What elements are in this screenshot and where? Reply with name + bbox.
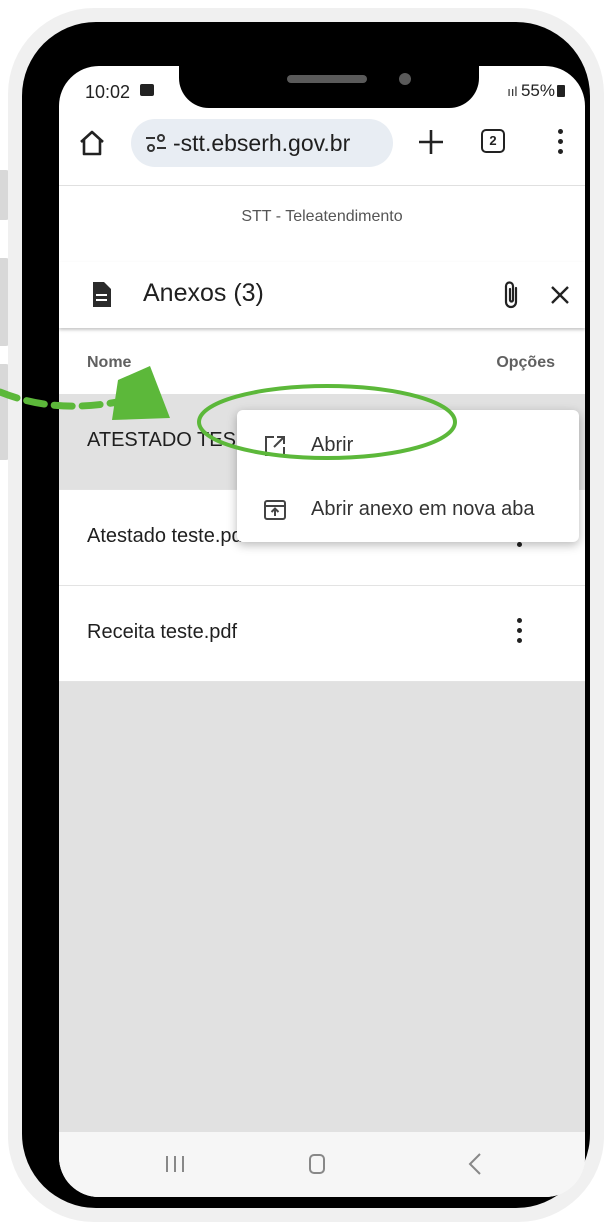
column-header-name: Nome [87,354,132,371]
speaker-grille [287,75,367,83]
new-tab-icon[interactable] [415,126,447,158]
status-indicators: ııl 55% [507,81,565,101]
recent-apps-icon[interactable] [163,1154,187,1174]
file-name: Atestado teste.pdf [87,525,249,547]
phone-frame: 10:02 ııl 55% -stt.ebserh.gov.br 2 STT -… [8,8,604,1222]
toolbar-divider [59,185,585,186]
url-text: -stt.ebserh.gov.br [173,130,351,156]
site-settings-icon[interactable] [145,134,167,152]
camera-notch [179,66,479,108]
gallery-notification-icon [140,84,154,96]
document-icon [93,282,111,307]
battery-icon [557,85,565,97]
open-in-new-tab-icon [264,500,286,520]
attach-icon[interactable] [501,280,521,310]
dialog-title: Anexos (3) [143,279,264,307]
tab-switcher-button[interactable]: 2 [481,129,505,153]
file-name: Receita teste.pdf [87,621,238,643]
phone-bezel: 10:02 ııl 55% -stt.ebserh.gov.br 2 STT -… [22,22,590,1208]
open-external-icon [265,436,285,456]
row-options-icon[interactable] [515,618,525,648]
battery-percent: 55% [520,81,555,100]
home-icon[interactable] [77,128,107,158]
address-bar[interactable]: -stt.ebserh.gov.br [131,119,393,167]
signal-icon: ııl [507,84,521,99]
system-navigation-bar [59,1132,585,1197]
front-camera [399,73,411,85]
close-icon[interactable] [549,284,571,306]
status-time: 10:02 [85,82,131,102]
empty-area [59,682,585,1132]
menu-item-open-new-tab[interactable]: Abrir anexo em nova aba [237,480,579,540]
row-context-menu: Abrir Abrir anexo em nova aba [237,410,579,542]
menu-item-open[interactable]: Abrir [237,416,579,476]
menu-item-label: Abrir [311,434,354,456]
dialog-header: Anexos (3) [59,262,585,328]
table-header: Nome Opções [59,330,585,394]
table-row[interactable]: Receita teste.pdf [59,586,585,682]
browser-menu-icon[interactable] [557,129,565,155]
file-name: ATESTADO TES [87,429,236,451]
site-title: STT - Teleatendimento [241,208,403,225]
menu-item-label: Abrir anexo em nova aba [311,498,535,520]
back-icon[interactable] [467,1152,483,1176]
home-nav-icon[interactable] [309,1154,325,1174]
phone-screen: 10:02 ııl 55% -stt.ebserh.gov.br 2 STT -… [59,66,585,1197]
browser-toolbar: -stt.ebserh.gov.br 2 [59,112,585,178]
column-header-options: Opções [496,354,555,371]
